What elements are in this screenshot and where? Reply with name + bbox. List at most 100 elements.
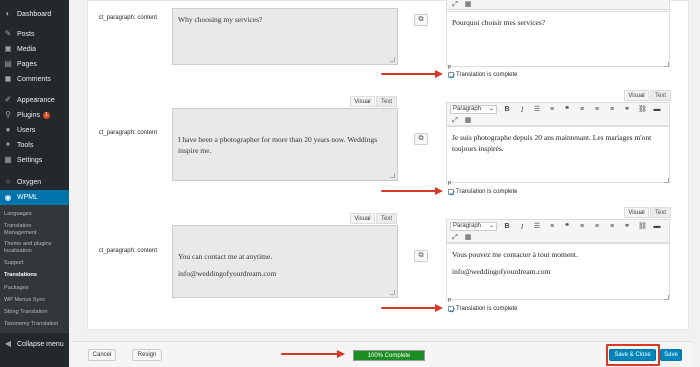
sidebar-item-settings[interactable]: ▦ Settings bbox=[0, 153, 69, 167]
tab-visual[interactable]: Visual bbox=[350, 213, 375, 224]
blockquote-icon[interactable]: ❝ bbox=[563, 106, 571, 114]
translation-paragraph[interactable]: Vous pouvez me contacter à tout moment. bbox=[452, 249, 664, 260]
submenu-support[interactable]: Support bbox=[0, 260, 69, 267]
submenu-wp-menus-sync[interactable]: WP Menus Sync bbox=[0, 297, 69, 304]
sidebar-item-dashboard[interactable]: ◐ Dashboard bbox=[0, 7, 69, 21]
sidebar-item-pages[interactable]: ▤ Pages bbox=[0, 57, 69, 71]
sidebar-item-wpml[interactable]: ◉ WPML bbox=[0, 190, 69, 205]
bullet-list-icon[interactable]: ☰ bbox=[533, 223, 541, 231]
link-icon[interactable]: ⚭ bbox=[623, 223, 631, 231]
sidebar-item-plugins[interactable]: ⚲ Plugins 1 bbox=[0, 108, 69, 122]
translation-complete-checkbox[interactable]: Translation is complete bbox=[448, 306, 517, 312]
checkbox-checked[interactable] bbox=[448, 306, 454, 312]
cancel-button[interactable]: Cancel bbox=[88, 349, 116, 361]
copy-original-button[interactable]: ⧉ bbox=[414, 133, 428, 145]
blockquote-icon[interactable]: ❝ bbox=[563, 223, 571, 231]
resize-handle[interactable] bbox=[390, 57, 395, 62]
toolbar-toggle-icon[interactable]: ▦ bbox=[464, 234, 472, 242]
more-tag-icon[interactable]: ▬ bbox=[653, 106, 661, 114]
wpml-icon: ◉ bbox=[4, 192, 12, 202]
tab-text[interactable]: Text bbox=[650, 207, 671, 218]
sidebar-item-label: Tools bbox=[17, 141, 34, 149]
copy-original-button[interactable]: ⧉ bbox=[414, 250, 428, 262]
translation-paragraph[interactable]: info@weddingofyourdream.com bbox=[452, 266, 664, 277]
format-select[interactable]: Paragraph ⌄ bbox=[450, 105, 497, 114]
complete-label: Translation is complete bbox=[456, 306, 518, 312]
original-paragraph: Why choosing my services? bbox=[178, 15, 263, 24]
progress-bar: 100% Complete bbox=[353, 350, 425, 361]
pin-icon: ✎ bbox=[4, 29, 12, 38]
submenu-taxonomy-translation[interactable]: Taxonomy Translation bbox=[0, 321, 69, 328]
fullscreen-icon[interactable]: ⤢ bbox=[451, 1, 459, 9]
resize-handle[interactable] bbox=[390, 173, 395, 178]
toolbar-toggle-icon[interactable]: ▦ bbox=[464, 1, 472, 9]
bullet-list-icon[interactable]: ☰ bbox=[533, 106, 541, 114]
align-center-icon[interactable]: ≡ bbox=[593, 106, 601, 114]
translation-text-box[interactable]: Pourquoi choisir mes services? bbox=[446, 11, 670, 67]
checkbox-checked[interactable] bbox=[448, 72, 454, 78]
submenu-string-translation[interactable]: String Translation bbox=[0, 309, 69, 316]
sidebar-item-appearance[interactable]: ✐ Appearance bbox=[0, 93, 69, 107]
path-tag: p bbox=[448, 64, 452, 70]
tab-text[interactable]: Text bbox=[650, 90, 671, 101]
align-right-icon[interactable]: ≡ bbox=[608, 106, 616, 114]
submenu-languages[interactable]: Languages bbox=[0, 211, 69, 218]
align-right-icon[interactable]: ≡ bbox=[608, 223, 616, 231]
align-left-icon[interactable]: ≡ bbox=[578, 223, 586, 231]
copy-original-button[interactable]: ⧉ bbox=[414, 14, 428, 26]
translation-complete-checkbox[interactable]: Translation is complete bbox=[448, 189, 517, 195]
sidebar-item-users[interactable]: ● Users bbox=[0, 123, 69, 137]
tab-visual[interactable]: Visual bbox=[624, 207, 649, 218]
resize-handle[interactable] bbox=[390, 290, 395, 295]
resign-button[interactable]: Resign bbox=[132, 349, 162, 361]
more-tag-icon[interactable]: ▬ bbox=[653, 223, 661, 231]
translation-paragraph[interactable]: Pourquoi choisir mes services? bbox=[452, 17, 664, 28]
sidebar-item-oxygen[interactable]: ○ Oxygen bbox=[0, 175, 69, 189]
editor-toolbar: ⤢ ▦ bbox=[446, 0, 670, 10]
admin-sidebar: ◐ Dashboard ✎ Posts ▣ Media ▤ Pages ◼ Co… bbox=[0, 0, 69, 367]
italic-icon[interactable]: I bbox=[518, 223, 526, 231]
checkbox-checked[interactable] bbox=[448, 189, 454, 195]
translation-paragraph[interactable]: Je suis photographe depuis 20 ans mainte… bbox=[452, 132, 664, 154]
tab-visual[interactable]: Visual bbox=[350, 96, 375, 107]
fullscreen-icon[interactable]: ⤢ bbox=[451, 234, 459, 242]
tab-text[interactable]: Text bbox=[376, 213, 397, 224]
align-center-icon[interactable]: ≡ bbox=[593, 223, 601, 231]
translation-text-box[interactable]: Vous pouvez me contacter à tout moment. … bbox=[446, 243, 670, 300]
sidebar-item-tools[interactable]: ✦ Tools bbox=[0, 138, 69, 152]
submenu-translation-management[interactable]: Translation Management bbox=[0, 223, 56, 236]
collapse-menu-button[interactable]: ◀ Collapse menu bbox=[0, 337, 69, 351]
tab-text[interactable]: Text bbox=[376, 96, 397, 107]
fullscreen-icon[interactable]: ⤢ bbox=[451, 117, 459, 125]
bold-icon[interactable]: B bbox=[503, 106, 511, 114]
italic-icon[interactable]: I bbox=[518, 106, 526, 114]
submenu-translations[interactable]: Translations bbox=[0, 272, 69, 279]
tab-visual[interactable]: Visual bbox=[624, 90, 649, 101]
translation-text-box[interactable]: Je suis photographe depuis 20 ans mainte… bbox=[446, 126, 670, 183]
field-label: ct_paragraph: content bbox=[98, 130, 157, 136]
unlink-icon[interactable]: ⛓ bbox=[638, 106, 647, 114]
bold-icon[interactable]: B bbox=[503, 223, 511, 231]
numbered-list-icon[interactable]: ≡ bbox=[548, 106, 556, 114]
submenu-packages[interactable]: Packages bbox=[0, 285, 69, 292]
resize-handle[interactable] bbox=[664, 178, 669, 183]
sidebar-item-posts[interactable]: ✎ Posts bbox=[0, 27, 69, 41]
page-icon: ▤ bbox=[4, 59, 12, 68]
align-left-icon[interactable]: ≡ bbox=[578, 106, 586, 114]
translation-complete-checkbox[interactable]: Translation is complete bbox=[448, 72, 517, 78]
chevron-down-icon: ⌄ bbox=[488, 223, 494, 229]
toolbar-toggle-icon[interactable]: ▦ bbox=[464, 117, 472, 125]
annotation-arrow bbox=[381, 187, 443, 195]
save-button[interactable]: Save bbox=[660, 349, 682, 361]
resize-handle[interactable] bbox=[664, 295, 669, 300]
sidebar-item-comments[interactable]: ◼ Comments bbox=[0, 72, 69, 86]
unlink-icon[interactable]: ⛓ bbox=[638, 223, 647, 231]
sidebar-item-media[interactable]: ▣ Media bbox=[0, 42, 69, 56]
link-icon[interactable]: ⚭ bbox=[623, 106, 631, 114]
sidebar-item-label: Users bbox=[17, 126, 36, 134]
resize-handle[interactable] bbox=[664, 62, 669, 67]
numbered-list-icon[interactable]: ≡ bbox=[548, 223, 556, 231]
path-tag: p bbox=[448, 297, 452, 303]
submenu-theme-plugins-localization[interactable]: Theme and plugins localization bbox=[0, 241, 60, 254]
format-select[interactable]: Paragraph ⌄ bbox=[450, 222, 497, 231]
